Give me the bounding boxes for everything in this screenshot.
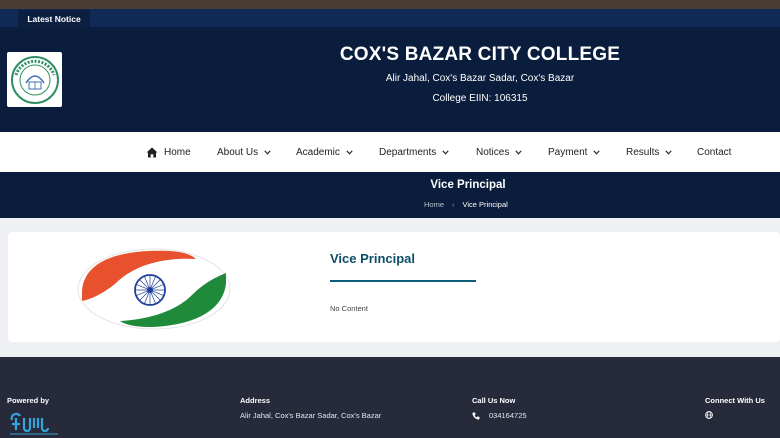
footer-connect-heading: Connect With Us bbox=[705, 396, 765, 405]
chevron-down-icon bbox=[515, 149, 523, 155]
nav-item-payment[interactable]: Payment bbox=[548, 132, 601, 172]
footer-phone-number: 034164725 bbox=[489, 411, 527, 420]
nav-item-home[interactable]: Home bbox=[146, 132, 191, 172]
footer-social-links bbox=[705, 411, 713, 419]
site-footer bbox=[0, 357, 780, 438]
nav-item-contact[interactable]: Contact bbox=[697, 132, 731, 172]
nav-label-about-us: About Us bbox=[217, 146, 259, 158]
nav-label-departments: Departments bbox=[379, 146, 437, 158]
nav-label-results: Results bbox=[626, 146, 660, 158]
chevron-down-icon bbox=[665, 149, 673, 155]
nav-item-academic[interactable]: Academic bbox=[296, 132, 353, 172]
indian-flag-image bbox=[77, 248, 231, 330]
nav-item-results[interactable]: Results bbox=[626, 132, 673, 172]
chevron-down-icon bbox=[593, 149, 601, 155]
content-title: Vice Principal bbox=[330, 251, 416, 266]
college-eiin: College EIIN: 106315 bbox=[432, 93, 528, 104]
college-name: COX'S BAZAR CITY COLLEGE bbox=[339, 44, 621, 65]
nav-label-home: Home bbox=[164, 146, 191, 158]
page-title: Vice Principal bbox=[430, 179, 506, 191]
breadcrumb-current: Vice Principal bbox=[462, 200, 508, 209]
chevron-down-icon bbox=[346, 149, 353, 155]
globe-icon[interactable] bbox=[705, 411, 713, 419]
nav-item-departments[interactable]: Departments bbox=[379, 132, 449, 172]
college-seal-icon bbox=[10, 55, 59, 104]
nav-label-contact: Contact bbox=[697, 146, 732, 158]
browser-top-strip bbox=[0, 0, 780, 9]
nav-item-about-us[interactable]: About Us bbox=[217, 132, 271, 172]
college-address: Alir Jahal, Cox's Bazar Sadar, Cox's Baz… bbox=[385, 73, 575, 84]
title-underline bbox=[330, 280, 476, 282]
breadcrumb-home-link[interactable]: Home bbox=[424, 200, 444, 209]
nav-item-notices[interactable]: Notices bbox=[476, 132, 523, 172]
college-logo[interactable] bbox=[7, 52, 62, 107]
content-body: No Content bbox=[330, 304, 368, 313]
footer-call-heading: Call Us Now bbox=[472, 396, 516, 405]
chevron-down-icon bbox=[442, 149, 449, 155]
provider-logo[interactable] bbox=[8, 410, 60, 438]
latest-notice-label[interactable]: Latest Notice bbox=[18, 10, 90, 27]
footer-powered-by-heading: Powered by bbox=[7, 396, 50, 405]
chevron-down-icon bbox=[264, 149, 271, 155]
chevron-right-icon: › bbox=[452, 200, 455, 209]
phone-icon bbox=[472, 412, 480, 420]
home-icon bbox=[146, 147, 158, 157]
main-navigation: Home About Us Academic Departments Notic… bbox=[0, 132, 780, 172]
footer-address-text: Alir Jahal, Cox's Bazar Sadar, Cox's Baz… bbox=[240, 411, 382, 420]
footer-phone[interactable]: 034164725 bbox=[472, 411, 527, 420]
notice-bar bbox=[0, 9, 780, 27]
footer-address-heading: Address bbox=[240, 396, 271, 405]
nav-label-notices: Notices bbox=[476, 146, 510, 158]
breadcrumb: Home › Vice Principal bbox=[424, 200, 508, 209]
nav-label-academic: Academic bbox=[296, 146, 340, 158]
nav-label-payment: Payment bbox=[548, 146, 588, 158]
